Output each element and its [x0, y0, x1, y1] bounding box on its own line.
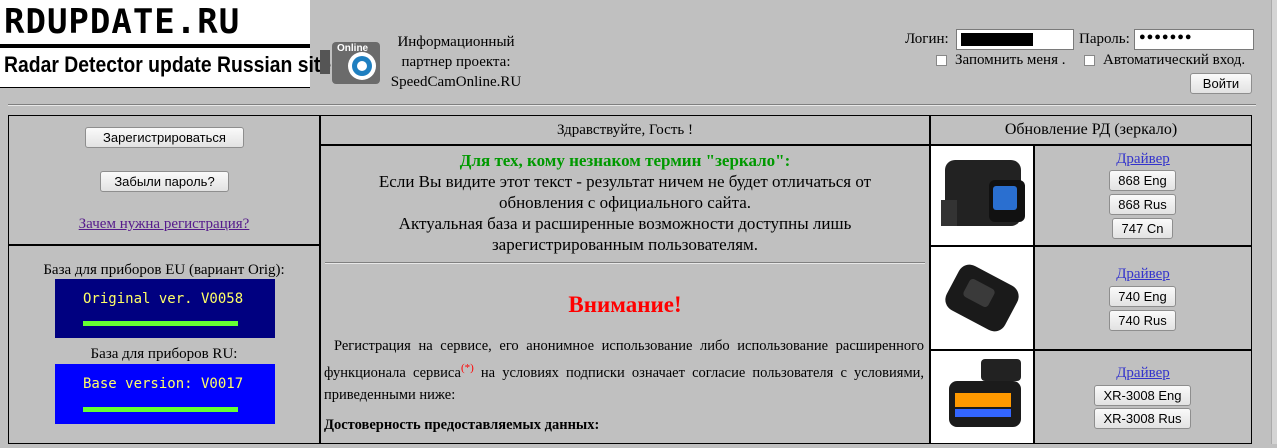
- ru-version-meter: [83, 407, 238, 412]
- login-masked-value: [961, 33, 1033, 46]
- content-divider: [325, 262, 925, 264]
- site-logo[interactable]: RDUPDATE.RU Radar Detector update Russia…: [0, 0, 331, 88]
- device-image-3: [930, 350, 1034, 444]
- auto-login-label: Автоматический вход.: [1103, 52, 1246, 68]
- eu-database-label: База для приборов EU (вариант Orig):: [43, 262, 285, 278]
- logo-title: RDUPDATE.RU: [4, 2, 241, 42]
- mirror-line-3: Актуальная база и расширенные возможност…: [398, 214, 852, 233]
- speedcam-online-camera-icon[interactable]: Online: [318, 36, 384, 88]
- ru-version-text: Base version: V0017: [83, 376, 244, 392]
- auth-panel: Зарегистрироваться Забыли пароль? Зачем …: [8, 115, 320, 245]
- fw-740-rus-button[interactable]: 740 Rus: [1109, 310, 1176, 331]
- password-label: Пароль:: [1079, 31, 1130, 47]
- partner-info: Информационный партнер проекта: SpeedCam…: [386, 32, 526, 92]
- attention-heading: Внимание!: [568, 292, 682, 317]
- fw-747-cn-button[interactable]: 747 Cn: [1112, 218, 1173, 239]
- driver-link-1[interactable]: Драйвер: [1035, 151, 1251, 168]
- fw-868-rus-button[interactable]: 868 Rus: [1109, 194, 1176, 215]
- auto-login-checkbox[interactable]: [1084, 55, 1095, 66]
- cam-logo-text: Online: [337, 43, 369, 54]
- main-content: Для тех, кому незнаком термин "зеркало":…: [320, 145, 930, 444]
- device-panel-2: Драйвер 740 Eng 740 Rus: [1034, 246, 1252, 350]
- eu-version-meter: [83, 321, 238, 326]
- remember-me-label: Запомнить меня .: [955, 52, 1066, 68]
- fw-740-eng-button[interactable]: 740 Eng: [1109, 286, 1176, 307]
- partner-line-1: Информационный: [397, 34, 515, 50]
- mirror-description: Если Вы видите этот текст - результат ни…: [321, 171, 929, 255]
- login-label: Логин:: [905, 31, 949, 47]
- logo-subtitle: Radar Detector update Russian site: [4, 52, 332, 77]
- mirror-line-1: Если Вы видите этот текст - результат ни…: [378, 172, 872, 191]
- driver-link-3[interactable]: Драйвер: [1035, 365, 1251, 382]
- terms-paragraph: Регистрация на сервисе, его анонимное ис…: [324, 335, 924, 406]
- password-input[interactable]: ●●●●●●●: [1134, 29, 1254, 50]
- eu-version-display: Original ver. V0058: [55, 279, 275, 338]
- driver-link-2[interactable]: Драйвер: [1035, 266, 1251, 283]
- forgot-password-button[interactable]: Забыли пароль?: [100, 171, 229, 192]
- header-divider: [8, 104, 1256, 106]
- ru-version-display: Base version: V0017: [55, 364, 275, 424]
- greeting-text: Здравствуйте, Гость !: [557, 122, 693, 138]
- device-panel-1: Драйвер 868 Eng 868 Rus 747 Cn: [1034, 145, 1252, 246]
- fw-xr3008-rus-button[interactable]: XR-3008 Rus: [1094, 408, 1191, 429]
- remember-me-checkbox[interactable]: [936, 55, 947, 66]
- fw-868-eng-button[interactable]: 868 Eng: [1109, 170, 1176, 191]
- mirror-line-2: обновления с официального сайта.: [498, 193, 752, 212]
- eu-version-text: Original ver. V0058: [83, 291, 244, 307]
- mirror-update-header: Обновление РД (зеркало): [930, 115, 1252, 145]
- partner-line-2: партнер проекта:: [401, 54, 511, 70]
- login-submit-button[interactable]: Войти: [1190, 73, 1252, 94]
- section-title: Достоверность предоставляемых данных:: [324, 417, 600, 433]
- partner-line-3[interactable]: SpeedCamOnline.RU: [386, 72, 526, 92]
- mirror-line-4: зарегистрированным пользователям.: [491, 235, 759, 254]
- fw-xr3008-eng-button[interactable]: XR-3008 Eng: [1094, 385, 1191, 406]
- device-image-2: [930, 246, 1034, 350]
- logo-divider: [0, 44, 310, 48]
- login-input[interactable]: [956, 29, 1074, 50]
- ru-database-label: База для приборов RU:: [90, 346, 238, 362]
- mirror-update-title: Обновление РД (зеркало): [1004, 121, 1178, 138]
- page-scrollbar[interactable]: [1271, 0, 1277, 444]
- greeting-bar: Здравствуйте, Гость !: [320, 115, 930, 145]
- device-image-1: [930, 145, 1034, 246]
- register-button[interactable]: Зарегистрироваться: [85, 127, 244, 148]
- terms-footnote-mark[interactable]: (*): [461, 362, 474, 374]
- why-register-link[interactable]: Зачем нужна регистрация?: [9, 216, 319, 233]
- database-versions-panel: База для приборов EU (вариант Orig): Ori…: [8, 245, 320, 444]
- mirror-title: Для тех, кому незнаком термин "зеркало":: [459, 151, 791, 170]
- device-panel-3: Драйвер XR-3008 Eng XR-3008 Rus: [1034, 350, 1252, 444]
